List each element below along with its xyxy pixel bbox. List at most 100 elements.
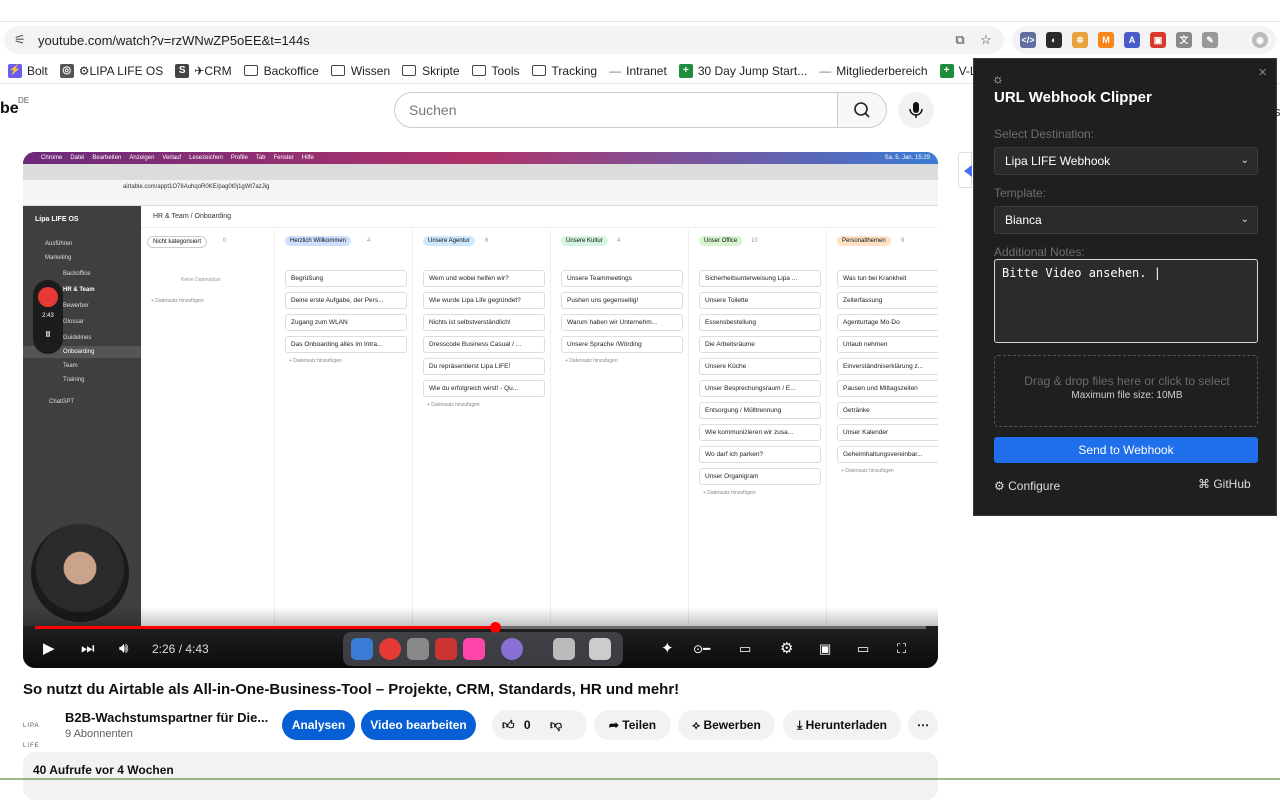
bookmark-star-icon[interactable]: ☆ — [976, 30, 996, 50]
template-value: Bianca — [1005, 213, 1042, 227]
dropzone-size-limit: Maximum file size: 10MB — [1071, 390, 1183, 401]
devtools-ext-icon[interactable]: </> — [1020, 32, 1036, 48]
channel-avatar[interactable]: LIPA LIFE — [23, 716, 57, 749]
send-webhook-button[interactable]: Send to Webhook — [994, 437, 1258, 463]
add-record-link: + Datensatz hinzufügen — [151, 298, 204, 304]
popup-title: URL Webhook Clipper — [994, 89, 1152, 106]
time-display: 2:26 / 4:43 — [152, 642, 209, 656]
miniplayer-icon[interactable]: ▣ — [819, 639, 831, 659]
translate-ext-icon[interactable]: A — [1124, 32, 1140, 48]
notion-icon: ◎ — [59, 63, 74, 78]
webhook-clipper-ext-icon[interactable]: ◉ — [1252, 32, 1268, 48]
colorful-ext-icon[interactable]: ✲ — [1072, 32, 1088, 48]
video-player[interactable]: Chrome Datei Bearbeiten Anzeigen Verlauf… — [23, 152, 938, 668]
next-icon[interactable]: ⏭ — [81, 639, 95, 659]
progress-fill — [35, 626, 495, 629]
thumbs-down-icon[interactable]: 👎︎ — [550, 718, 562, 732]
promote-button[interactable]: ⟡ Bewerben — [678, 710, 775, 740]
subtitles-icon[interactable]: ▭ — [739, 639, 751, 659]
progress-bar[interactable] — [35, 622, 926, 633]
arc-ext-icon[interactable]: ◐ — [1046, 32, 1062, 48]
add-record-link: + Datensatz hinzufügen — [703, 490, 756, 496]
volume-icon[interactable]: 🔊︎ — [119, 639, 128, 659]
column-count: 0 — [223, 238, 227, 244]
menubar-item: Lesezeichen — [189, 155, 223, 161]
green-plus-icon: + — [939, 63, 954, 78]
settings-app-icon — [501, 638, 523, 660]
channel-name[interactable]: B2B-Wachstumspartner für Die... — [65, 710, 268, 725]
description-box[interactable]: 40 Aufrufe vor 4 Wochen — [23, 752, 938, 800]
settings-gear-icon[interactable]: ⚙ — [780, 639, 793, 659]
search-button[interactable] — [837, 92, 887, 128]
theme-sun-icon[interactable]: ☼ — [992, 71, 1004, 86]
record-card: Die Arbeitsräume — [699, 336, 821, 353]
record-card: Entsorgung / Mülltrennung — [699, 402, 821, 419]
board-column: Herzlich Willkommen 4 Begrüßung Deine er… — [279, 230, 413, 626]
record-card: Dresscode Business Casual / ... — [423, 336, 545, 353]
mac-clock: Sa. 5. Jan. 15:29 — [884, 155, 930, 161]
bookmark-tools[interactable]: Tools — [471, 64, 520, 78]
file-dropzone[interactable]: Drag & drop files here or click to selec… — [994, 355, 1258, 427]
destination-select[interactable]: Lipa LIFE Webhook ⌄ — [994, 147, 1258, 175]
metamask-icon[interactable]: M — [1098, 32, 1114, 48]
more-actions-button[interactable]: ⋯ — [908, 710, 938, 740]
thumbs-up-icon[interactable]: 👍︎ — [502, 718, 515, 732]
edit-video-button[interactable]: Video bearbeiten — [361, 710, 476, 740]
red-ext-icon[interactable]: ▣ — [1150, 32, 1166, 48]
board-column: Unsere Agentur 6 Wem und wobei helfen wi… — [417, 230, 551, 626]
bookmark-skripte[interactable]: Skripte — [402, 64, 460, 78]
bookmark-30-day[interactable]: +30 Day Jump Start... — [678, 63, 807, 78]
bookmark-wissen[interactable]: Wissen — [330, 63, 391, 78]
menubar-item: Fenster — [273, 155, 294, 161]
configure-link[interactable]: ⚙ Configure — [994, 479, 1060, 493]
record-card: Geheimhaltungsvereinbar... — [837, 446, 938, 463]
analytics-button[interactable]: Analysen — [282, 710, 355, 740]
url-text[interactable]: youtube.com/watch?v=rzWNwZP5oEE&t=144s — [38, 33, 310, 48]
bookmark-backoffice[interactable]: Backoffice — [243, 64, 319, 78]
record-card: Urlaub nehmen — [837, 336, 938, 353]
record-card: Getränke — [837, 402, 938, 419]
bookmark-mitglieder[interactable]: — Mitgliederbereich — [819, 64, 927, 78]
arrow-left-icon — [964, 165, 972, 177]
download-button[interactable]: ⤓ Herunterladen — [783, 710, 901, 740]
folder-icon — [243, 65, 258, 76]
fullscreen-icon[interactable]: ⛶ — [897, 639, 906, 659]
side-panel-tab[interactable] — [958, 152, 972, 188]
play-icon[interactable]: ▶ — [43, 639, 55, 659]
record-card: Unsere Toilette — [699, 292, 821, 309]
search-input[interactable]: Suchen — [394, 92, 838, 128]
youtube-logo[interactable]: be — [0, 100, 19, 118]
bookmark-bolt[interactable]: ⚡ Bolt — [8, 63, 48, 78]
omnibox[interactable]: ⚟ youtube.com/watch?v=rzWNwZP5oEE&t=144s — [4, 26, 1004, 54]
voice-search-button[interactable] — [898, 92, 934, 128]
video-title: So nutzt du Airtable als All-in-One-Busi… — [23, 681, 680, 698]
stop-recording-icon — [38, 287, 58, 307]
bookmark-intranet[interactable]: — Intranet — [609, 64, 667, 78]
site-settings-icon[interactable]: ⚟ — [14, 33, 28, 47]
record-card: Agenturtage Mo-Do — [837, 314, 938, 331]
extensions-puzzle-icon[interactable]: ✎ — [1202, 32, 1218, 48]
bookmark-crm[interactable]: S ✈CRM — [175, 63, 232, 78]
bookmark-label: Mitgliederbereich — [836, 63, 928, 78]
microphone-icon — [909, 102, 923, 118]
translate-alt-icon[interactable]: 文 — [1176, 32, 1192, 48]
destination-label: Select Destination: — [994, 127, 1095, 141]
install-app-icon[interactable]: ⧉ — [950, 30, 970, 50]
autoplay-sparkle-icon[interactable]: ✦ — [661, 639, 674, 659]
theater-mode-icon[interactable]: ▭ — [857, 639, 869, 659]
bookmark-label: Wissen — [350, 63, 391, 78]
template-select[interactable]: Bianca ⌄ — [994, 206, 1258, 234]
github-label: GitHub — [1213, 477, 1251, 491]
app-icon — [463, 638, 485, 660]
notes-textarea[interactable]: Bitte Video ansehen. | — [994, 259, 1258, 343]
record-card: Unser Organigram — [699, 468, 821, 485]
autoplay-toggle[interactable]: ⊙━ — [693, 639, 710, 659]
like-count[interactable]: 0 — [524, 718, 531, 732]
share-button[interactable]: ➦ Teilen — [594, 710, 671, 740]
bookmark-tracking[interactable]: Tracking — [531, 64, 597, 78]
close-icon[interactable]: ✕ — [1258, 66, 1267, 79]
bookmark-lipa-life-os[interactable]: ◎ ⚙LIPA LIFE OS — [59, 63, 163, 78]
promote-label: Bewerben — [703, 718, 761, 732]
github-link[interactable]: ⌘ GitHub — [1198, 477, 1251, 491]
record-card: Unsere Küche — [699, 358, 821, 375]
